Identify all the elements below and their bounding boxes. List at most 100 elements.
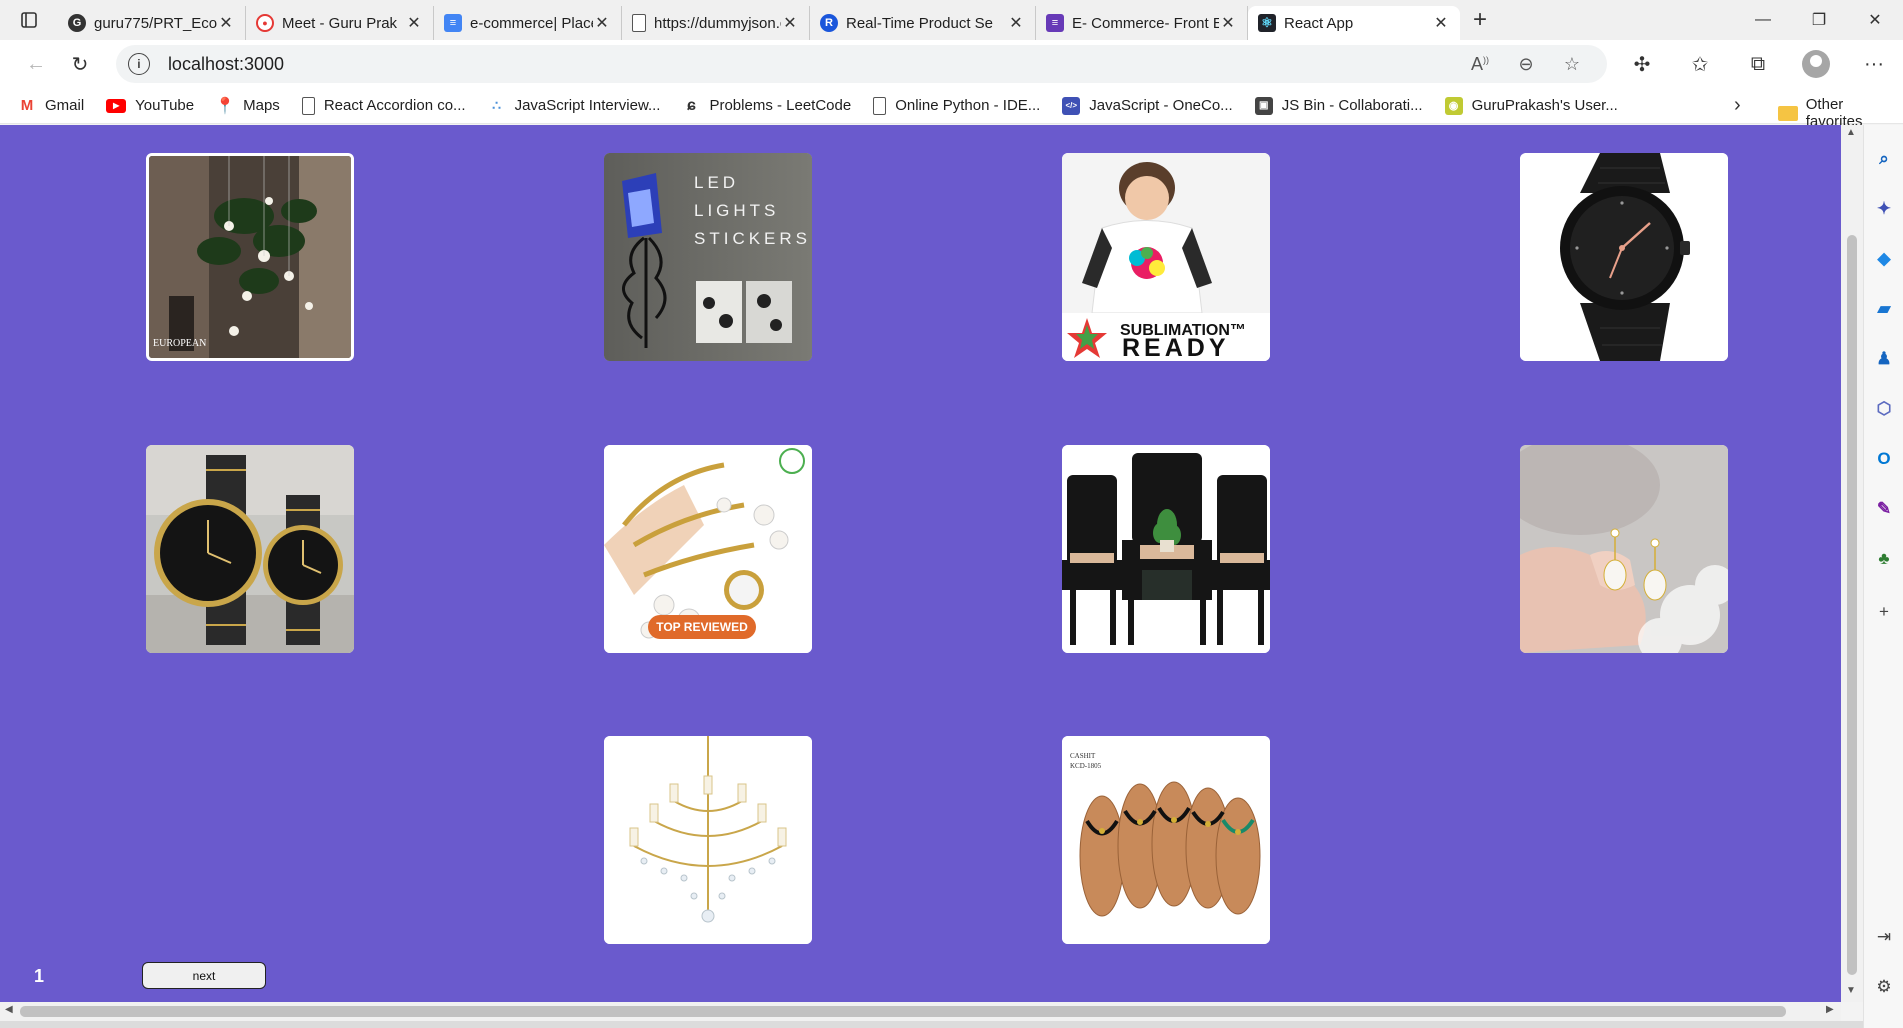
bookmarks-bar: M Gmail ▶ YouTube 📍 Maps React Accordion… (0, 88, 1903, 130)
product-card[interactable] (146, 445, 354, 653)
tab-1[interactable]: ● Meet - Guru Prak ✕ (246, 6, 434, 40)
product-card[interactable]: EUROPEAN (146, 153, 354, 361)
bookmark-youtube[interactable]: ▶ YouTube (106, 97, 194, 114)
back-button[interactable]: ← (14, 44, 58, 84)
restore-icon: ❐ (1811, 12, 1827, 29)
bookmark-maps[interactable]: 📍 Maps (215, 96, 280, 115)
close-icon[interactable]: ✕ (593, 13, 611, 33)
reload-button[interactable]: ↻ (58, 44, 102, 84)
tab-title: e-commerce| Placeme (470, 14, 593, 32)
bookmark-online-python[interactable]: Online Python - IDE... (873, 96, 1041, 115)
settings-menu-button[interactable]: ··· (1845, 44, 1903, 84)
close-icon[interactable]: ✕ (405, 13, 423, 33)
jsbin-icon: ▣ (1254, 96, 1273, 115)
add-favorite-icon[interactable]: ☆ (1549, 54, 1595, 75)
site-info-icon[interactable]: i (127, 53, 150, 75)
scroll-right-icon[interactable]: ▶ (1826, 1004, 1834, 1015)
new-tab-button[interactable]: + (1460, 0, 1500, 40)
product-card[interactable]: LED LIGHTS STICKERS (604, 153, 812, 361)
close-window-button[interactable]: ✕ (1847, 0, 1903, 40)
scroll-left-icon[interactable]: ◀ (5, 1004, 13, 1015)
read-aloud-icon[interactable]: A)) (1457, 54, 1503, 75)
search-app-icon: R (820, 14, 838, 32)
tab-6-active[interactable]: ⚛ React App ✕ (1248, 6, 1460, 40)
reload-icon: ↻ (71, 53, 89, 76)
close-icon[interactable]: ✕ (1432, 13, 1450, 33)
vertical-scrollbar[interactable]: ▲ ▼ (1841, 125, 1863, 1002)
react-icon: ⚛ (1258, 14, 1276, 32)
browser-toolbar: ← ↻ i localhost:3000 A)) ⊖ ☆ ✣ ✩ ⧉ ··· (0, 40, 1903, 88)
bookmark-label: Maps (243, 97, 280, 114)
more-icon: ··· (1864, 52, 1884, 75)
shopping-tag-icon[interactable]: ◆ (1872, 247, 1896, 271)
product-card[interactable]: CASHIT KCD-1805 (1062, 736, 1270, 944)
pearl-bracelet-watch-image: TOP REVIEWED (604, 445, 812, 653)
product-card[interactable]: SUBLIMATION™ READY (1062, 153, 1270, 361)
tab-0[interactable]: G guru775/PRT_Ecomme ✕ (58, 6, 246, 40)
restore-button[interactable]: ❐ (1791, 0, 1847, 40)
address-bar[interactable]: i localhost:3000 A)) ⊖ ☆ (115, 45, 1607, 83)
product-card[interactable] (1520, 153, 1728, 361)
designer-icon[interactable]: ✎ (1872, 497, 1896, 521)
horizontal-scrollbar[interactable]: ◀ ▶ (0, 1002, 1841, 1021)
ready-text: READY (1122, 334, 1230, 361)
gear-icon[interactable]: ⚙ (1872, 975, 1896, 999)
bookmark-onecompiler[interactable]: </> JavaScript - OneCo... (1062, 96, 1233, 115)
product-card[interactable] (1062, 445, 1270, 653)
bookmark-label: GuruPrakash's User... (1471, 97, 1618, 114)
svg-text:EUROPEAN: EUROPEAN (153, 338, 206, 349)
crystal-chandelier-image (604, 736, 812, 944)
site-icon: ∴ (487, 96, 506, 115)
bookmark-guruprakash[interactable]: ◉ GuruPrakash's User... (1444, 96, 1618, 115)
bookmark-js-interview[interactable]: ∴ JavaScript Interview... (487, 96, 660, 115)
brand-text: CASHIT (1070, 752, 1096, 760)
scroll-down-icon[interactable]: ▼ (1846, 985, 1856, 996)
collections-button[interactable]: ⧉ (1729, 44, 1787, 84)
url-text[interactable]: localhost:3000 (168, 54, 1457, 75)
bookmark-label: JS Bin - Collaborati... (1281, 97, 1423, 114)
close-icon: ✕ (1868, 12, 1882, 29)
tree-icon[interactable]: ♣ (1872, 547, 1896, 571)
close-icon[interactable]: ✕ (1007, 13, 1025, 33)
next-page-button[interactable]: next (142, 962, 266, 989)
hide-sidebar-icon[interactable]: ⇥ (1872, 925, 1896, 949)
search-icon[interactable]: ⌕ (1872, 147, 1896, 171)
close-icon[interactable]: ✕ (781, 13, 799, 33)
bookmark-react-accordion[interactable]: React Accordion co... (301, 96, 466, 115)
games-icon[interactable]: ♟ (1872, 347, 1896, 371)
microsoft365-icon[interactable]: ⬡ (1872, 397, 1896, 421)
tab-5[interactable]: ≡ E- Commerce- Front E ✕ (1036, 6, 1248, 40)
profile-button[interactable] (1787, 44, 1845, 84)
minimize-button[interactable]: — (1735, 0, 1791, 40)
product-card[interactable] (1520, 445, 1728, 653)
scrollbar-thumb[interactable] (1847, 235, 1857, 975)
product-card[interactable]: TOP REVIEWED (604, 445, 812, 653)
zoom-icon[interactable]: ⊖ (1503, 54, 1549, 75)
onecompiler-icon: </> (1062, 96, 1081, 115)
add-icon[interactable]: + (1872, 600, 1896, 624)
product-card[interactable] (604, 736, 812, 944)
chevron-right-icon[interactable]: › (1734, 94, 1741, 117)
extensions-button[interactable]: ✣ (1613, 44, 1671, 84)
couple-watches-image (146, 445, 354, 653)
bookmark-jsbin[interactable]: ▣ JS Bin - Collaborati... (1254, 96, 1423, 115)
scrollbar-thumb[interactable] (20, 1006, 1786, 1017)
scroll-up-icon[interactable]: ▲ (1846, 127, 1856, 138)
tab-actions-button[interactable] (0, 0, 58, 40)
close-icon[interactable]: ✕ (1219, 13, 1237, 33)
bookmark-label: Online Python - IDE... (895, 97, 1041, 114)
tab-3[interactable]: https://dummyjson.co ✕ (622, 6, 810, 40)
favorites-button[interactable]: ✩ (1671, 44, 1729, 84)
bookmark-leetcode[interactable]: ɕ Problems - LeetCode (682, 96, 851, 115)
tab-2[interactable]: ≡ e-commerce| Placeme ✕ (434, 6, 622, 40)
bookmark-gmail[interactable]: M Gmail (18, 96, 84, 115)
close-icon[interactable]: ✕ (217, 13, 235, 33)
tools-icon[interactable]: ▰ (1872, 297, 1896, 321)
favorites-icon: ✩ (1691, 53, 1709, 76)
copilot-icon[interactable]: ✦ (1872, 197, 1896, 221)
github-icon: G (68, 14, 86, 32)
youtube-icon: ▶ (106, 98, 127, 113)
tab-title: Real-Time Product Se (846, 14, 993, 32)
outlook-icon[interactable]: O (1872, 447, 1896, 471)
tab-4[interactable]: R Real-Time Product Se ✕ (810, 6, 1036, 40)
